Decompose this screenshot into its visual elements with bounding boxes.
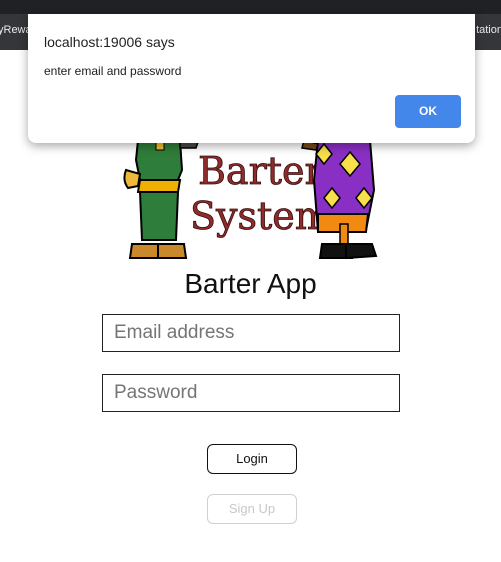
bookmark-item-right[interactable]: tation [476, 24, 501, 36]
alert-dialog: localhost:19006 says enter email and pas… [28, 14, 475, 143]
alert-ok-button[interactable]: OK [395, 95, 461, 128]
email-field-box[interactable] [102, 314, 400, 352]
logo-text-system: System [190, 194, 331, 238]
left-figure-illustration [123, 140, 200, 259]
browser-tab-strip [0, 0, 501, 14]
alert-title: localhost:19006 says [44, 34, 175, 50]
app-title: Barter App [184, 268, 317, 299]
email-field[interactable] [103, 315, 399, 351]
barter-system-logo: Barter System [123, 140, 378, 260]
password-field[interactable] [103, 375, 399, 411]
logo-text-barter: Barter [198, 149, 324, 193]
password-field-box[interactable] [102, 374, 400, 412]
bookmark-item-left[interactable]: yRewa [0, 24, 32, 36]
sign-up-button[interactable]: Sign Up [207, 494, 297, 524]
alert-message: enter email and password [44, 64, 182, 78]
login-button[interactable]: Login [207, 444, 297, 474]
